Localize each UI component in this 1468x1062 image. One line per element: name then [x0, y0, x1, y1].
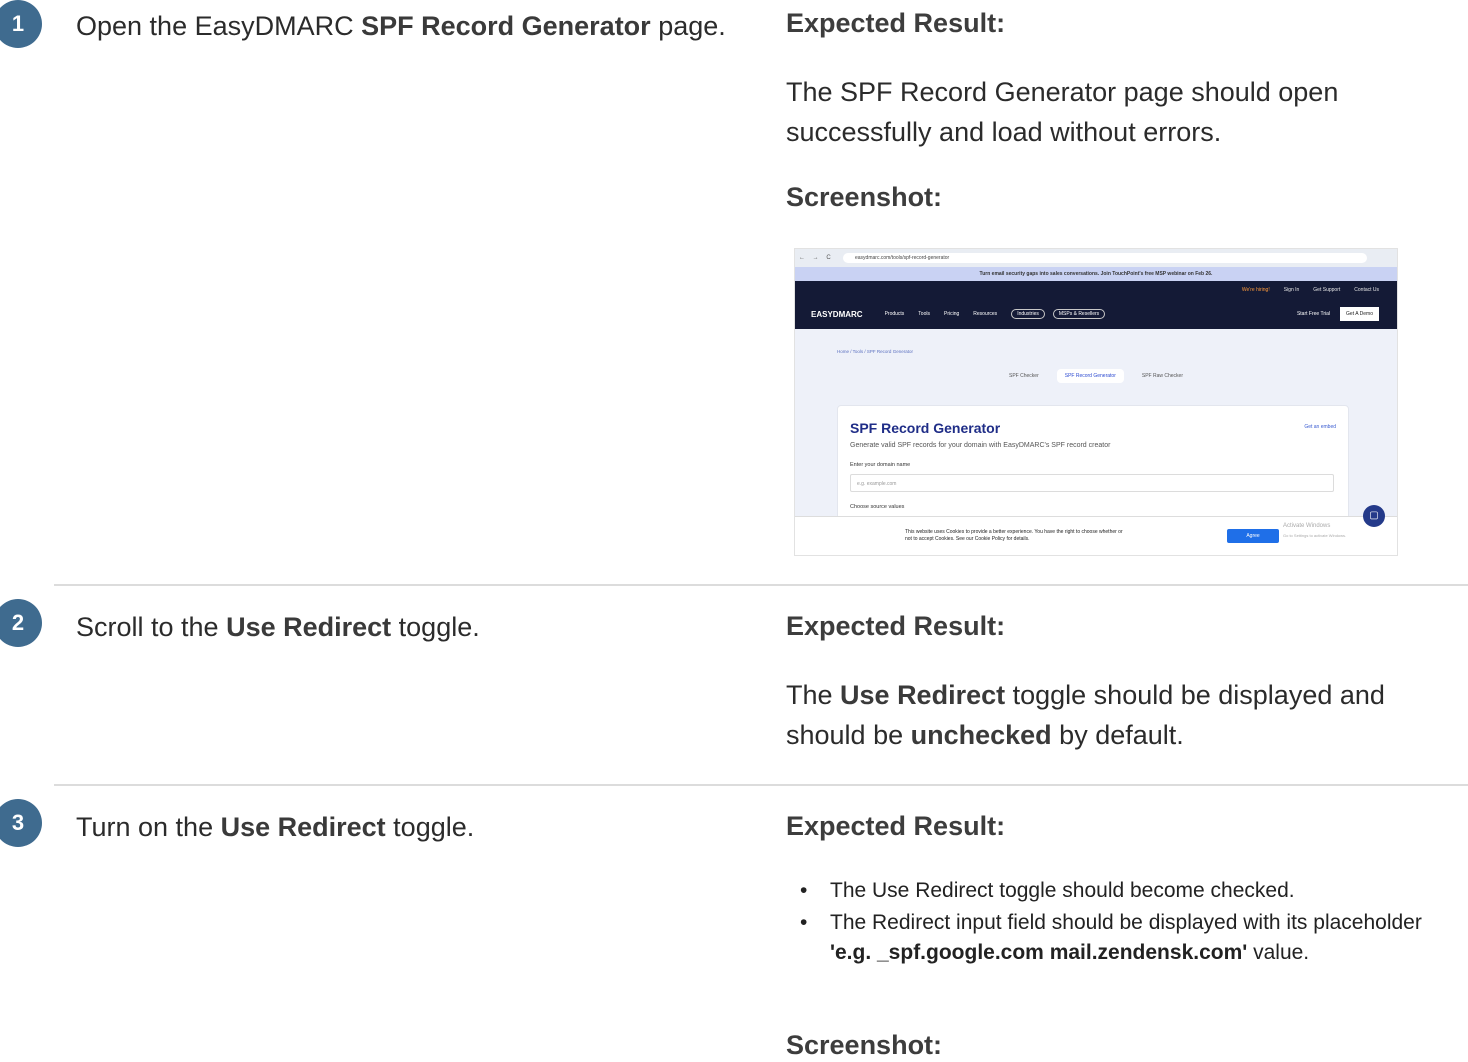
expected-text: by default. — [1051, 720, 1184, 750]
promo-banner: Turn email security gaps into sales conv… — [795, 267, 1397, 281]
card-subtitle: Generate valid SPF records for your doma… — [850, 442, 1111, 449]
expected-result-text: The SPF Record Generator page should ope… — [786, 77, 1339, 147]
bullet-text: The Use Redirect toggle should become ch… — [830, 879, 1295, 902]
activate-title: Activate Windows — [1283, 523, 1331, 529]
step-number-badge: 3 — [0, 799, 42, 847]
embed-link: Get an embed — [1304, 424, 1336, 430]
address-bar: easydmarc.com/tools/spf-record-generator — [843, 253, 1367, 263]
bullet-text: The Redirect input field should be displ… — [830, 911, 1422, 934]
activate-sub: Go to Settings to activate Windows. — [1283, 533, 1347, 538]
nav-pill: MSPs & Resellers — [1052, 309, 1106, 319]
cookie-text: This website uses Cookies to provide a b… — [905, 529, 1123, 542]
expected-bold: Use Redirect — [840, 680, 1006, 710]
nav-item: Products — [884, 311, 905, 317]
instruction-bold: Use Redirect — [220, 812, 386, 842]
instruction-text: page. — [650, 11, 726, 41]
domain-input: e.g. example.com — [850, 474, 1334, 492]
top-link: Sign In — [1283, 287, 1300, 293]
instruction-text: Scroll to the — [76, 612, 227, 642]
tool-tabs: SPF Checker SPF Record Generator SPF Raw… — [795, 369, 1397, 383]
expected-bold: unchecked — [910, 720, 1052, 750]
list-item: • The Use Redirect toggle should become c… — [786, 876, 1426, 906]
top-link: We're hiring! — [1241, 287, 1270, 293]
nav-pill: Industries — [1011, 309, 1045, 319]
instruction-text: toggle. — [385, 812, 475, 842]
top-link: Get Support — [1313, 287, 1341, 293]
instruction-bold: Use Redirect — [226, 612, 392, 642]
top-links: We're hiring! Sign In Get Support Contac… — [795, 281, 1397, 299]
divider — [54, 784, 1468, 786]
cookie-bar: This website uses Cookies to provide a b… — [795, 516, 1397, 555]
divider — [54, 584, 1468, 586]
expected-result-label: Expected Result: — [786, 8, 1006, 38]
top-link: Contact Us — [1354, 287, 1379, 293]
tab: SPF Checker — [1009, 373, 1039, 379]
activate-windows: Activate Windows Go to Settings to activa… — [1283, 521, 1346, 541]
site-nav: EASYDMARC Products Tools Pricing Resourc… — [795, 299, 1397, 329]
nav-item: Tools — [918, 311, 930, 317]
bullet: • — [800, 911, 808, 934]
domain-label: Enter your domain name — [850, 462, 911, 468]
screenshot-label: Screenshot: — [786, 1030, 943, 1060]
list-item: • The Redirect input field should be disp… — [786, 908, 1426, 968]
bullet: • — [800, 879, 808, 902]
step-number-badge: 2 — [0, 599, 42, 647]
screenshot-image: ← → C easydmarc.com/tools/spf-record-gen… — [794, 248, 1398, 556]
breadcrumb: Home / Tools / SPF Record Generator — [837, 349, 913, 354]
instruction-text: Open the EasyDMARC — [76, 11, 362, 41]
browser-chrome: ← → C easydmarc.com/tools/spf-record-gen… — [795, 249, 1397, 267]
step-instruction: Turn on the Use Redirect toggle. — [76, 807, 736, 847]
step-instruction: Scroll to the Use Redirect toggle. — [76, 607, 736, 647]
demo-button: Get A Demo — [1340, 307, 1379, 321]
expected-result-label: Expected Result: — [786, 811, 1006, 841]
expected-result-label: Expected Result: — [786, 611, 1006, 641]
bullet-text: value. — [1247, 941, 1310, 964]
trial-link: Start Free Trial — [1296, 311, 1331, 317]
browser-nav-icons: ← → C — [799, 255, 834, 261]
step-number-badge: 1 — [0, 0, 42, 48]
step-instruction: Open the EasyDMARC SPF Record Generator … — [76, 6, 736, 46]
nav-item: Pricing — [943, 311, 960, 317]
instruction-bold: SPF Record Generator — [361, 11, 651, 41]
nav-item: Resources — [973, 311, 998, 317]
bullet-bold: 'e.g. _spf.google.com mail.zendensk.com' — [830, 941, 1248, 964]
instruction-text: toggle. — [391, 612, 480, 642]
screenshot-label: Screenshot: — [786, 182, 943, 212]
expected-result-list: • The Use Redirect toggle should become c… — [786, 876, 1426, 970]
chat-icon: ▢ — [1363, 505, 1385, 527]
tab: SPF Raw Checker — [1141, 373, 1183, 379]
site-logo: EASYDMARC — [811, 309, 863, 319]
expected-text: The — [786, 680, 841, 710]
expected-result-text: The Use Redirect toggle should be displa… — [786, 675, 1456, 755]
agree-button: Agree — [1227, 529, 1279, 543]
source-label: Choose source values — [850, 504, 905, 510]
instruction-text: Turn on the — [76, 812, 221, 842]
tab-active: SPF Record Generator — [1056, 369, 1124, 383]
card-title: SPF Record Generator — [850, 420, 1001, 436]
